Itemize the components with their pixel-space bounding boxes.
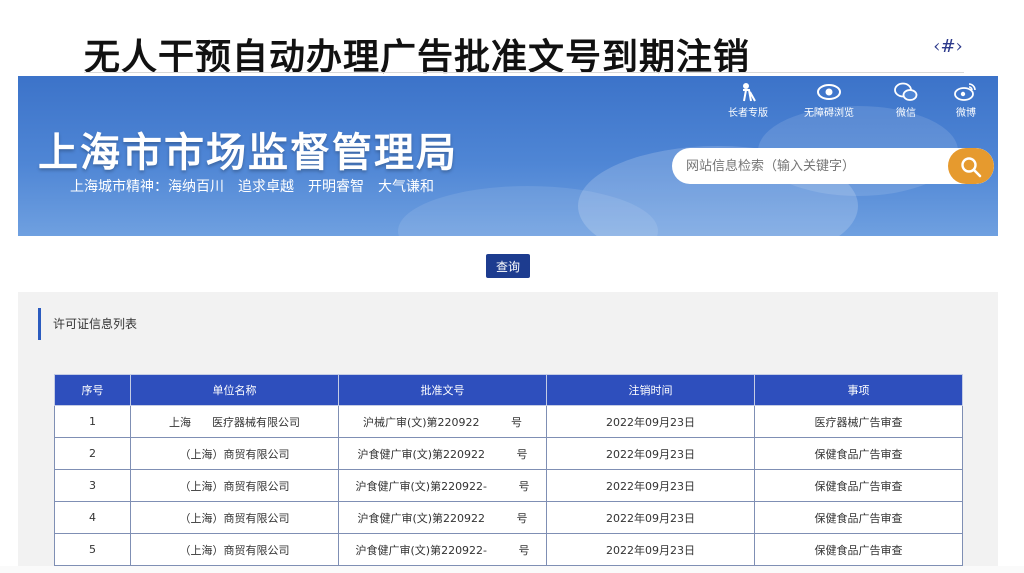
site-search bbox=[672, 148, 994, 184]
license-table: 序号 单位名称 批准文号 注销时间 事项 1 上海 医疗器械有限公司 沪械广审(… bbox=[54, 374, 963, 566]
spirit-item: 海纳百川 bbox=[168, 179, 224, 195]
cell-company: （上海）商贸有限公司 bbox=[130, 501, 339, 534]
cell-index: 4 bbox=[54, 501, 131, 534]
elder-version-link[interactable]: 长者专版 bbox=[718, 82, 778, 119]
spirit-item: 大气谦和 bbox=[378, 179, 434, 195]
column-header-index: 序号 bbox=[54, 374, 131, 406]
cell-approval-no: 沪食健广审(文)第220922 号 bbox=[338, 501, 547, 534]
cell-item: 医疗器械广告审查 bbox=[754, 405, 963, 438]
cell-index: 5 bbox=[54, 533, 131, 566]
top-tools: 长者专版 无障碍浏览 微信 微博 bbox=[718, 82, 988, 122]
column-header-approval-no: 批准文号 bbox=[338, 374, 547, 406]
search-button[interactable] bbox=[948, 148, 994, 184]
weibo-icon bbox=[954, 83, 976, 101]
search-icon bbox=[961, 157, 982, 178]
cell-cancel-date: 2022年09月23日 bbox=[546, 533, 755, 566]
cell-item: 保健食品广告审查 bbox=[754, 501, 963, 534]
cell-company: （上海）商贸有限公司 bbox=[130, 469, 339, 502]
slide-logo: ‹#› bbox=[933, 36, 963, 57]
website-screenshot: 上海市市场监督管理局 上海城市精神：海纳百川 追求卓越 开明睿智 大气谦和 长者专版 … bbox=[18, 76, 998, 566]
cell-item: 保健食品广告审查 bbox=[754, 533, 963, 566]
wechat-label: 微信 bbox=[896, 108, 916, 119]
query-bar: 查询 bbox=[18, 236, 998, 292]
column-header-item: 事项 bbox=[754, 374, 963, 406]
cell-company: 上海 医疗器械有限公司 bbox=[130, 405, 339, 438]
cell-cancel-date: 2022年09月23日 bbox=[546, 437, 755, 470]
site-name: 上海市市场监督管理局 bbox=[38, 130, 458, 176]
cell-index: 2 bbox=[54, 437, 131, 470]
city-spirit: 上海城市精神：海纳百川 追求卓越 开明睿智 大气谦和 bbox=[70, 176, 448, 196]
table-row: 1 上海 医疗器械有限公司 沪械广审(文)第220922 号 2022年09月2… bbox=[54, 405, 963, 438]
cell-cancel-date: 2022年09月23日 bbox=[546, 405, 755, 438]
cell-approval-no: 沪食健广审(文)第220922 号 bbox=[338, 437, 547, 470]
spirit-item: 开明睿智 bbox=[308, 179, 364, 195]
wechat-link[interactable]: 微信 bbox=[886, 82, 926, 119]
spirit-item: 追求卓越 bbox=[238, 179, 294, 195]
table-row: 4 （上海）商贸有限公司 沪食健广审(文)第220922 号 2022年09月2… bbox=[54, 501, 963, 534]
column-header-company: 单位名称 bbox=[130, 374, 339, 406]
eye-icon bbox=[817, 84, 841, 100]
accessibility-label: 无障碍浏览 bbox=[804, 108, 854, 119]
column-header-cancel-date: 注销时间 bbox=[546, 374, 755, 406]
cell-item: 保健食品广告审查 bbox=[754, 437, 963, 470]
section-title: 许可证信息列表 bbox=[38, 308, 137, 340]
cell-item: 保健食品广告审查 bbox=[754, 469, 963, 502]
header-banner: 上海市市场监督管理局 上海城市精神：海纳百川 追求卓越 开明睿智 大气谦和 长者专版 … bbox=[18, 76, 998, 236]
cell-approval-no: 沪食健广审(文)第220922- 号 bbox=[338, 469, 547, 502]
query-button[interactable]: 查询 bbox=[486, 254, 530, 278]
spirit-prefix: 上海城市精神： bbox=[70, 179, 168, 195]
elder-icon bbox=[743, 83, 756, 102]
cell-cancel-date: 2022年09月23日 bbox=[546, 501, 755, 534]
wechat-icon bbox=[894, 82, 918, 101]
search-input[interactable] bbox=[672, 148, 956, 184]
cell-index: 3 bbox=[54, 469, 131, 502]
elder-version-label: 长者专版 bbox=[728, 108, 768, 119]
table-row: 3 （上海）商贸有限公司 沪食健广审(文)第220922- 号 2022年09月… bbox=[54, 469, 963, 502]
cell-index: 1 bbox=[54, 405, 131, 438]
table-row: 2 （上海）商贸有限公司 沪食健广审(文)第220922 号 2022年09月2… bbox=[54, 437, 963, 470]
accessibility-link[interactable]: 无障碍浏览 bbox=[794, 82, 864, 119]
cell-cancel-date: 2022年09月23日 bbox=[546, 469, 755, 502]
table-header-row: 序号 单位名称 批准文号 注销时间 事项 bbox=[54, 374, 963, 406]
weibo-link[interactable]: 微博 bbox=[946, 82, 986, 119]
weibo-label: 微博 bbox=[956, 108, 976, 119]
cell-approval-no: 沪食健广审(文)第220922- 号 bbox=[338, 533, 547, 566]
cell-approval-no: 沪械广审(文)第220922 号 bbox=[338, 405, 547, 438]
cell-company: （上海）商贸有限公司 bbox=[130, 437, 339, 470]
slide-bottom-edge bbox=[0, 566, 1024, 573]
table-row: 5 （上海）商贸有限公司 沪食健广审(文)第220922- 号 2022年09月… bbox=[54, 533, 963, 566]
cell-company: （上海）商贸有限公司 bbox=[130, 533, 339, 566]
title-divider bbox=[84, 72, 964, 73]
